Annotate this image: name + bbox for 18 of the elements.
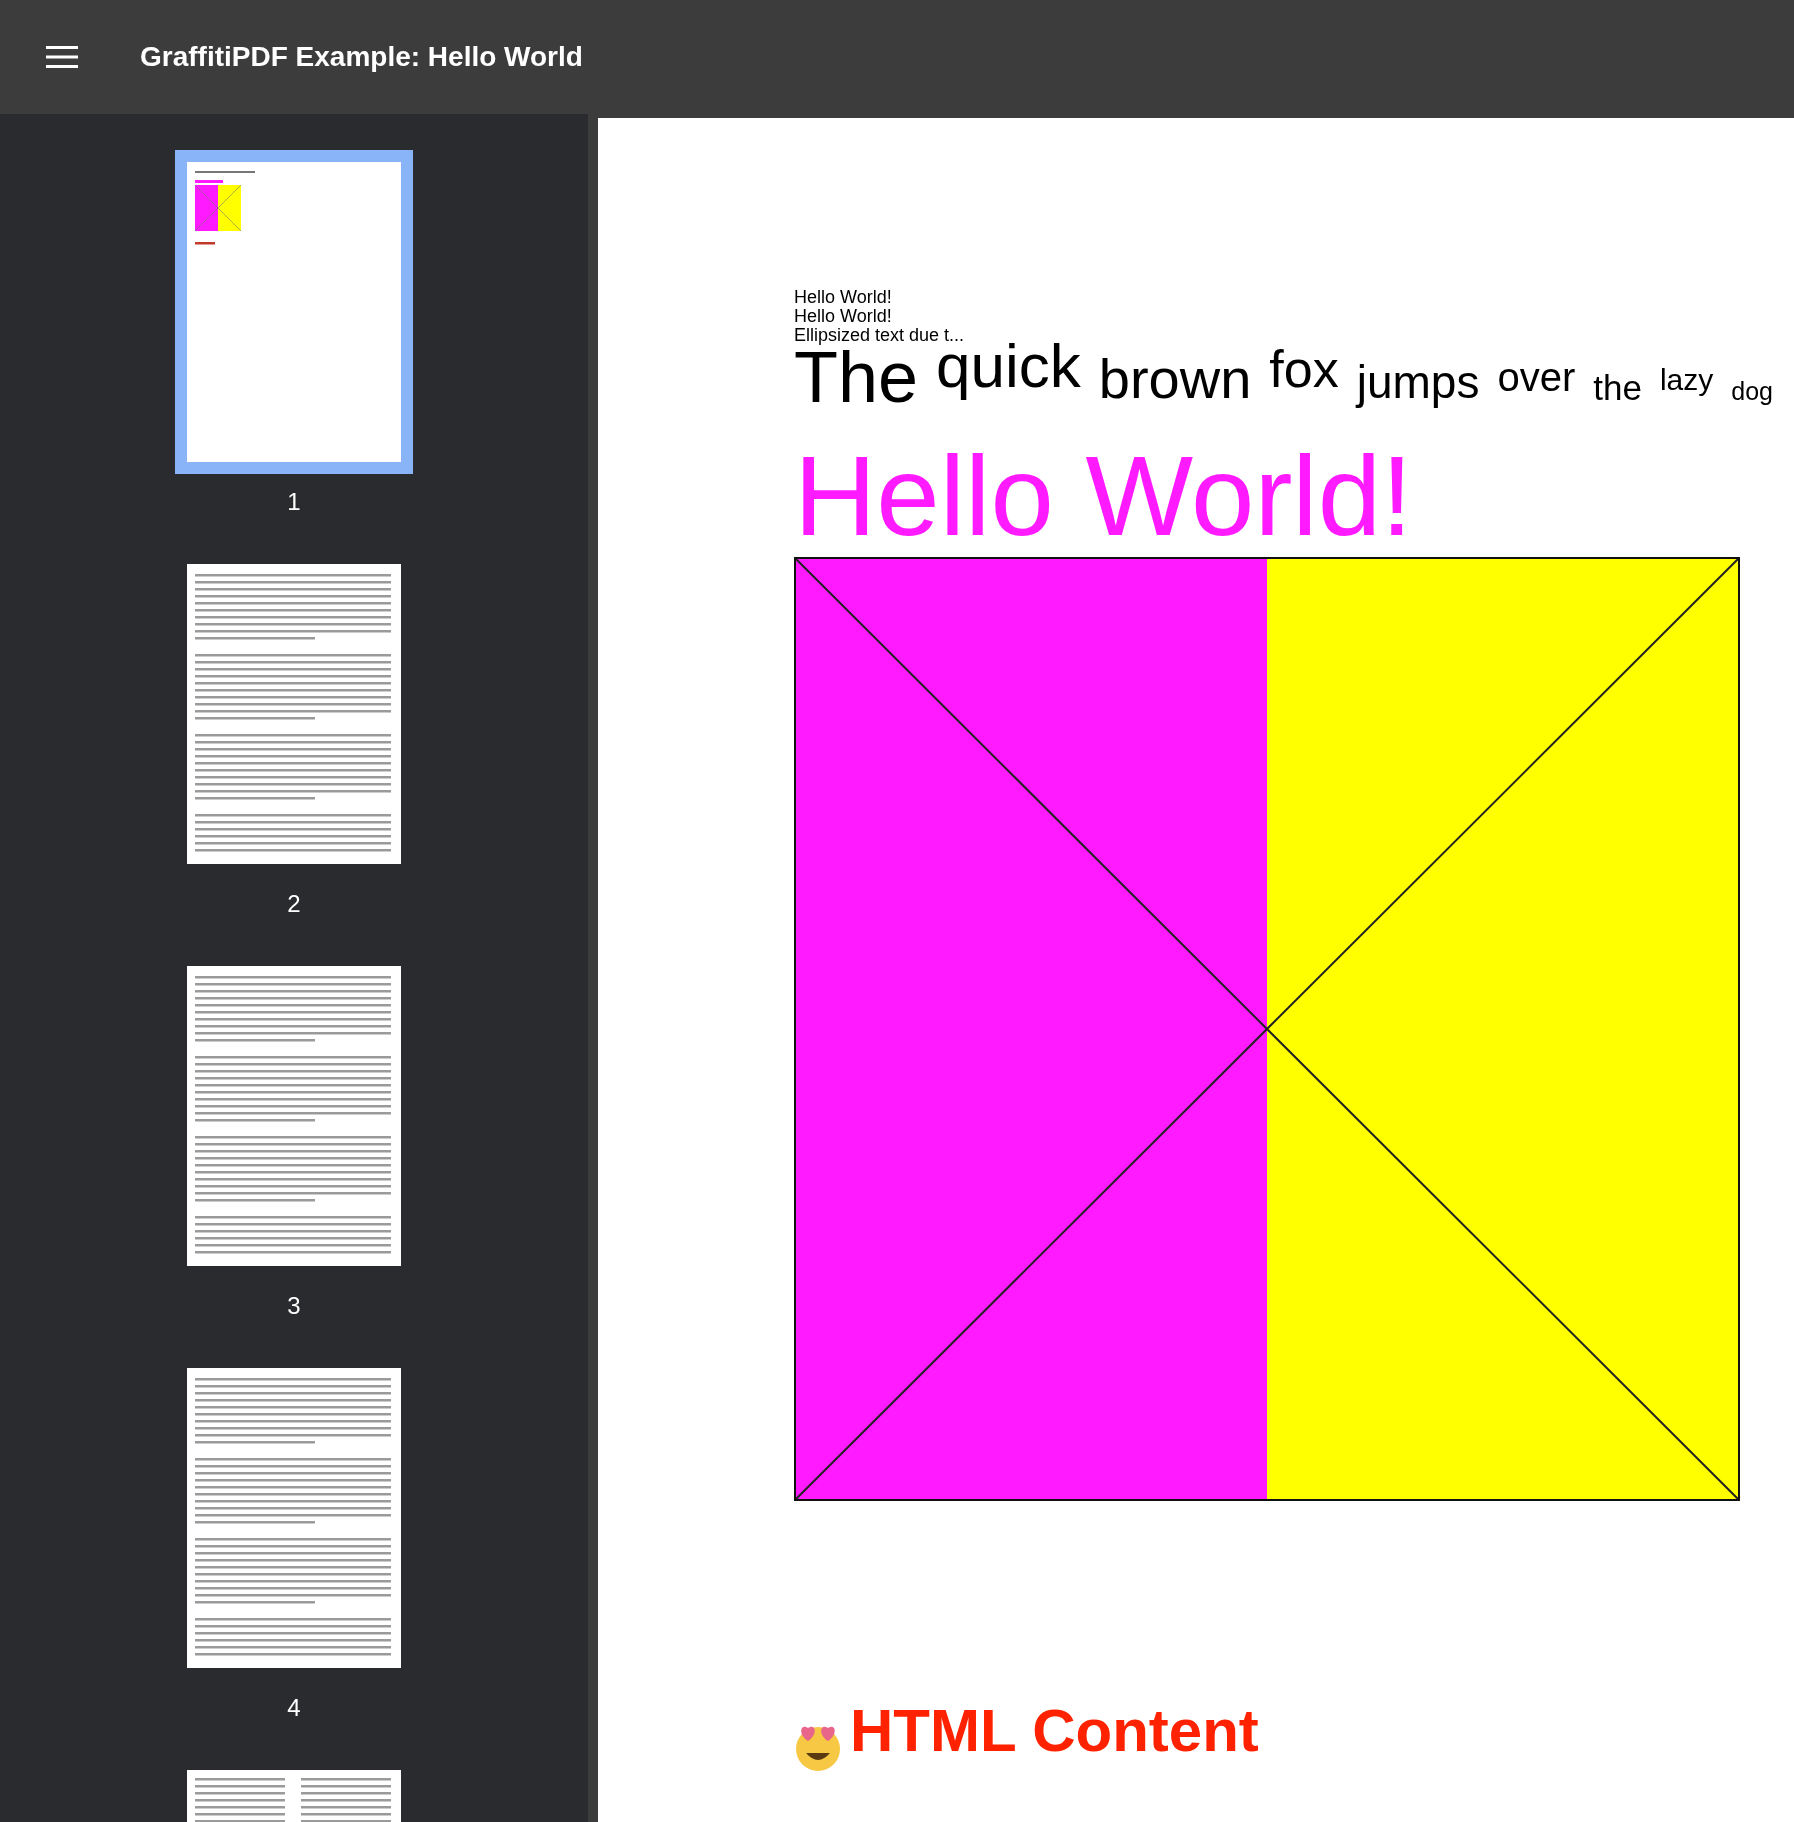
page-number: 4	[287, 1696, 301, 1720]
page-number: 1	[287, 490, 301, 514]
page-heading: Hello World!	[794, 439, 1413, 553]
text-line: Hello World!	[794, 307, 892, 326]
page-number: 3	[287, 1294, 301, 1318]
app-title: GraffitiPDF Example: Hello World	[140, 40, 583, 74]
sentence-word: over	[1497, 357, 1576, 397]
text-line: Ellipsized text due t...	[794, 326, 965, 345]
sentence-word: fox	[1269, 343, 1339, 395]
page-number: 2	[287, 892, 301, 916]
page-thumbnail[interactable]	[175, 150, 413, 474]
sentence-word: lazy	[1659, 365, 1714, 395]
sentence-word: the	[1593, 370, 1642, 405]
sentence-word: brown	[1098, 351, 1252, 407]
sentence-word: dog	[1731, 379, 1773, 404]
text-line: Hello World!	[794, 288, 892, 307]
menu-icon[interactable]	[46, 46, 78, 68]
html-content-heading: HTML Content	[850, 1701, 1259, 1761]
